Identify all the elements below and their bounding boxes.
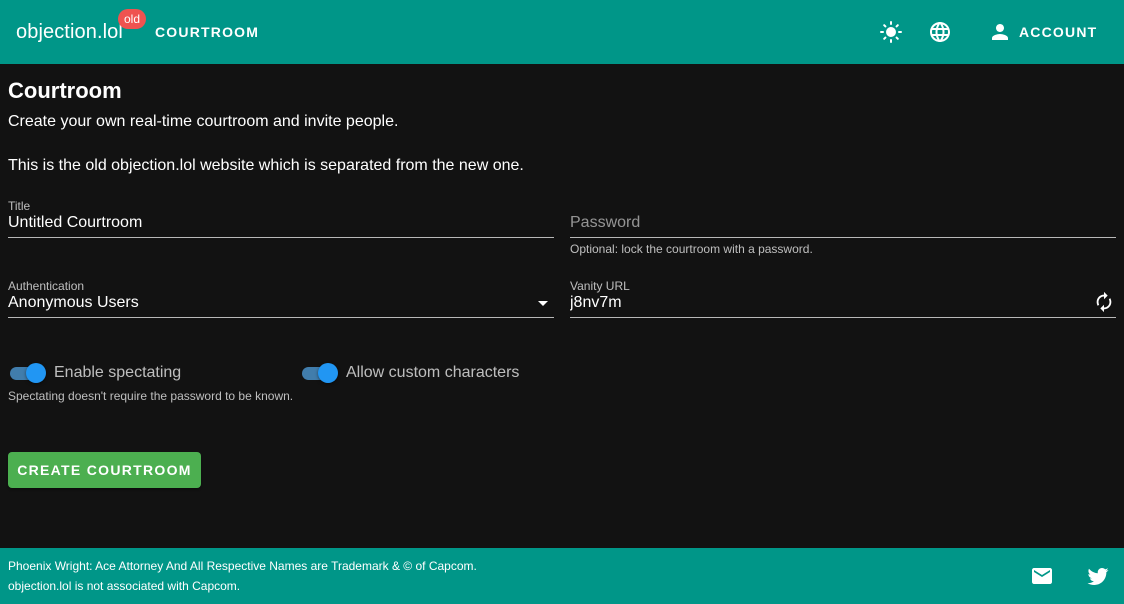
create-courtroom-button[interactable]: CREATE COURTROOM xyxy=(8,452,201,488)
title-input[interactable] xyxy=(8,212,554,234)
site-logo[interactable]: objection.lol xyxy=(16,19,123,45)
vanity-url-underline xyxy=(570,317,1116,318)
title-underline xyxy=(8,237,554,238)
page-title: Courtroom xyxy=(8,78,122,103)
mail-button[interactable] xyxy=(1028,562,1056,590)
globe-icon xyxy=(930,22,950,42)
chevron-down-icon[interactable] xyxy=(538,301,548,306)
custom-characters-switch[interactable] xyxy=(300,361,338,385)
regenerate-url-button[interactable] xyxy=(1092,290,1116,314)
spectating-hint: Spectating doesn't require the password … xyxy=(8,389,294,403)
mail-icon xyxy=(1032,568,1052,584)
site-logo-text[interactable]: objection.lol xyxy=(16,21,123,43)
spectating-switch-label[interactable]: Enable spectating xyxy=(54,363,181,383)
vanity-url-label: Vanity URL xyxy=(570,279,630,293)
password-input[interactable] xyxy=(570,212,1116,234)
account-button[interactable]: ACCOUNT xyxy=(976,14,1113,50)
brightness-icon xyxy=(880,21,902,43)
app-bar: objection.lol old COURTROOM ACCOUNT xyxy=(0,0,1124,64)
footer-disclaimer-text: objection.lol is not associated with Cap… xyxy=(8,579,241,593)
authentication-value[interactable]: Anonymous Users xyxy=(8,292,139,314)
twitter-icon xyxy=(1087,568,1109,585)
password-underline xyxy=(570,237,1116,238)
authentication-label: Authentication xyxy=(8,279,85,293)
footer: Phoenix Wright: Ace Attorney And All Res… xyxy=(0,548,1124,604)
old-version-badge: old xyxy=(118,9,147,29)
old-site-notice: This is the old objection.lol website wh… xyxy=(8,157,524,174)
password-hint: Optional: lock the courtroom with a pass… xyxy=(570,242,813,256)
theme-toggle-button[interactable] xyxy=(875,16,907,48)
spectating-switch[interactable] xyxy=(8,361,46,385)
title-field-label: Title xyxy=(8,199,31,213)
account-label[interactable]: ACCOUNT xyxy=(1019,24,1097,40)
custom-characters-switch-label[interactable]: Allow custom characters xyxy=(346,363,519,383)
spectating-switch-thumb[interactable] xyxy=(26,363,46,383)
nav-courtroom-link[interactable]: COURTROOM xyxy=(155,24,259,40)
refresh-icon xyxy=(1096,291,1112,313)
authentication-underline xyxy=(8,317,554,318)
person-icon xyxy=(992,24,1008,40)
twitter-button[interactable] xyxy=(1084,562,1112,590)
footer-trademark-text: Phoenix Wright: Ace Attorney And All Res… xyxy=(8,559,477,573)
custom-characters-switch-thumb[interactable] xyxy=(318,363,338,383)
page-subtitle: Create your own real-time courtroom and … xyxy=(8,113,399,130)
language-button[interactable] xyxy=(924,16,956,48)
vanity-url-input[interactable] xyxy=(570,292,1090,314)
